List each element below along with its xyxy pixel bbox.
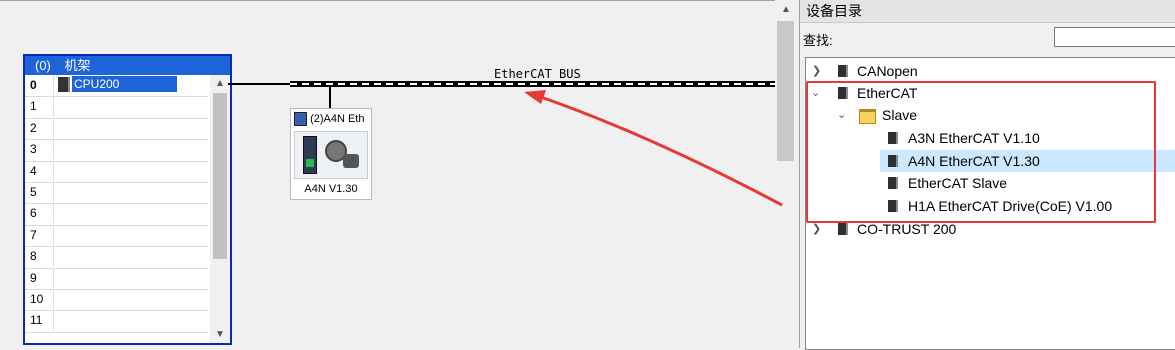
annotation-arrow-head — [524, 90, 546, 104]
annotation-arrow — [524, 90, 783, 207]
annotation-arrow-shaft — [537, 94, 783, 207]
